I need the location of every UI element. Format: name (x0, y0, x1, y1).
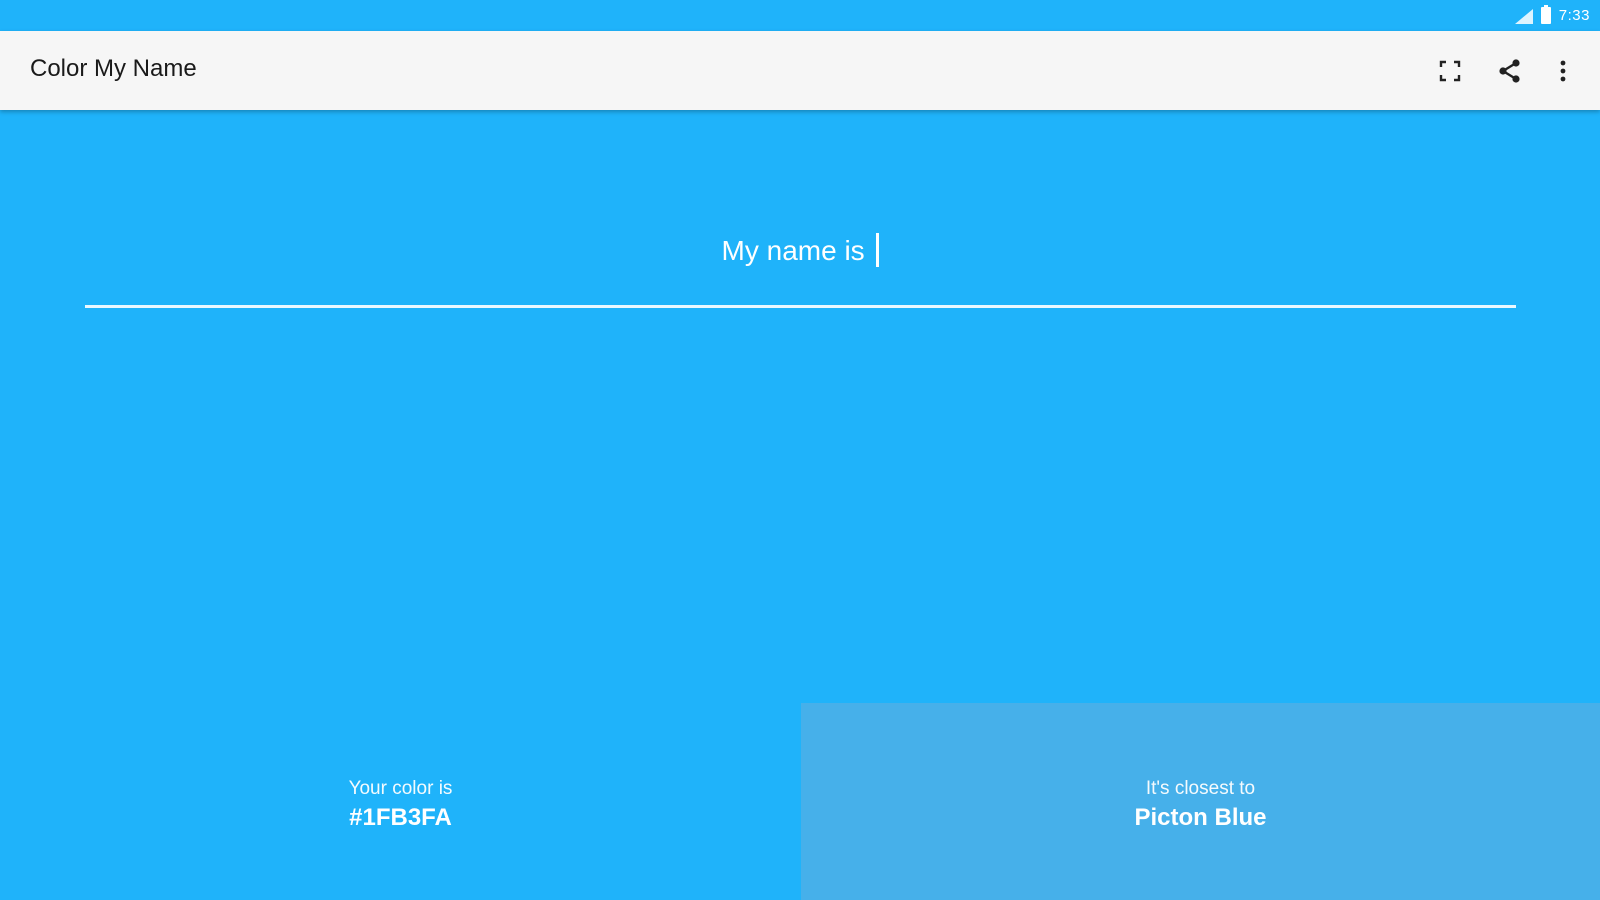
your-color-panel: Your color is #1FB3FA (0, 703, 801, 900)
name-input[interactable] (85, 233, 1516, 279)
closest-color-name: Picton Blue (1134, 804, 1267, 831)
fullscreen-icon (1439, 60, 1461, 82)
name-field-area: My name is (85, 215, 1516, 310)
closest-color-panel: It's closest to Picton Blue (801, 703, 1600, 900)
signal-icon (1513, 8, 1533, 24)
share-button[interactable] (1490, 51, 1530, 91)
battery-icon (1540, 5, 1551, 24)
status-clock: 7:33 (1558, 7, 1590, 24)
your-color-caption: Your color is (348, 778, 453, 799)
more-options-button[interactable] (1543, 51, 1583, 91)
share-icon (1499, 59, 1520, 83)
your-color-hex: #1FB3FA (349, 804, 452, 831)
app-bar: Color My Name (0, 31, 1600, 110)
name-input-underline (85, 305, 1516, 308)
status-bar: 7:33 (0, 0, 1600, 31)
fullscreen-button[interactable] (1430, 51, 1470, 91)
closest-color-caption: It's closest to (1145, 778, 1256, 799)
more-vert-icon (1560, 60, 1566, 82)
app-title: Color My Name (30, 55, 197, 82)
